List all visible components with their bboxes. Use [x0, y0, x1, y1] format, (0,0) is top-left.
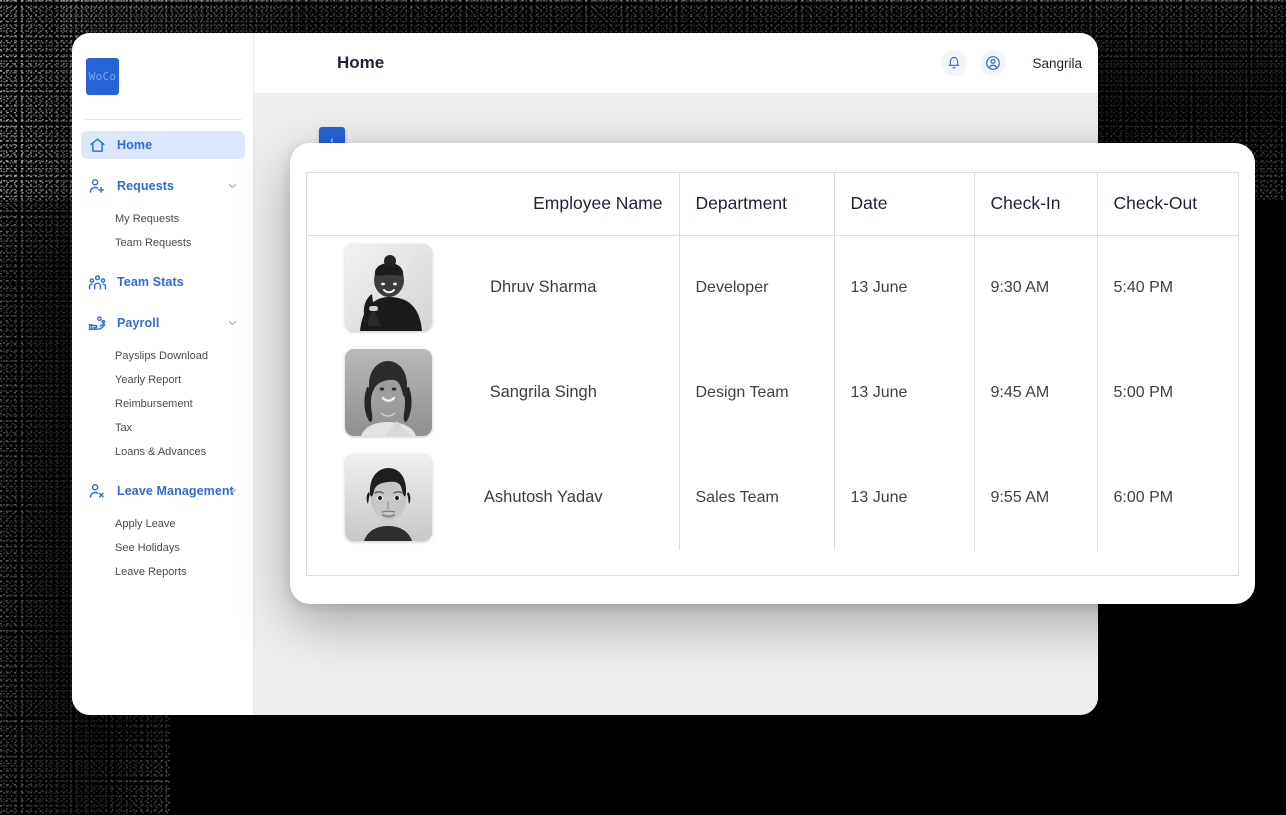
sidebar-subitem-tax[interactable]: Tax [72, 416, 254, 440]
cell-date: 13 June [834, 445, 975, 550]
team-icon [87, 272, 107, 292]
cell-check-in: 9:45 AM [974, 340, 1098, 445]
sidebar-subitem-yearly-report[interactable]: Yearly Report [72, 368, 254, 392]
sidebar-subitem-apply-leave[interactable]: Apply Leave [72, 512, 254, 536]
cell-check-out: 6:00 PM [1113, 488, 1174, 506]
cell-check-out: 5:40 PM [1113, 278, 1174, 296]
column-header-check-out[interactable]: Check-Out [1097, 173, 1238, 236]
app-logo[interactable]: WoCo [86, 58, 119, 95]
sidebar-subitem-label: Yearly Report [115, 374, 182, 386]
username-label[interactable]: Sangrila [1032, 56, 1082, 71]
sidebar-subitem-label: Tax [115, 422, 133, 434]
user-circle-icon[interactable] [980, 50, 1007, 76]
table-row[interactable]: Ashutosh Yadav Sales Team 13 June 9:55 A… [307, 445, 1238, 550]
sidebar-item-payroll[interactable]: Payroll [81, 309, 245, 337]
top-bar: Home Sangrila [254, 33, 1098, 94]
cell-employee-name: Dhruv Sharma [307, 235, 680, 340]
sidebar-item-team-stats[interactable]: Team Stats [81, 268, 245, 296]
app-logo-text: WoCo [88, 70, 117, 83]
cell-check-out: 5:00 PM [1113, 383, 1174, 401]
sidebar-item-label: Payroll [117, 316, 160, 330]
sidebar-item-label: Home [117, 138, 153, 152]
sidebar: WoCo Home Requests My Requests Team Requ… [72, 33, 254, 715]
sidebar-subitem-label: Reimbursement [115, 398, 193, 410]
chevron-down-icon[interactable] [228, 487, 237, 496]
sidebar-item-requests[interactable]: Requests [81, 172, 245, 200]
sidebar-subitem-label: Loans & Advances [115, 446, 207, 458]
table-header-row: Employee Name Department Date Check-In C… [307, 173, 1238, 236]
avatar [345, 349, 432, 436]
sidebar-item-label: Leave Management [117, 484, 234, 498]
home-icon [87, 135, 107, 155]
sidebar-subitem-label: Team Requests [115, 237, 192, 249]
sidebar-subitem-label: Payslips Download [115, 350, 208, 362]
sidebar-subitem-see-holidays[interactable]: See Holidays [72, 536, 254, 560]
sidebar-item-label: Requests [117, 179, 175, 193]
user-plus-icon [87, 176, 107, 196]
sidebar-subitem-loans-advances[interactable]: Loans & Advances [72, 440, 254, 464]
employee-name-text: Sangrila Singh [489, 383, 597, 401]
attendance-card: Employee Name Department Date Check-In C… [290, 143, 1255, 604]
cell-department: Developer [679, 235, 835, 340]
attendance-table-wrapper: Employee Name Department Date Check-In C… [306, 172, 1239, 576]
chevron-down-icon[interactable] [228, 319, 237, 328]
payroll-hand-icon [87, 313, 107, 333]
sidebar-subitem-reimbursement[interactable]: Reimbursement [72, 392, 254, 416]
sidebar-item-home[interactable]: Home [81, 131, 245, 159]
avatar [345, 244, 432, 332]
table-row[interactable]: Sangrila Singh Design Team 13 June 9:45 … [307, 340, 1238, 445]
attendance-table: Employee Name Department Date Check-In C… [307, 173, 1238, 550]
chevron-down-icon[interactable] [228, 182, 237, 191]
column-header-date[interactable]: Date [834, 173, 975, 236]
sidebar-subitem-label: See Holidays [115, 542, 180, 554]
user-minus-icon [87, 481, 107, 501]
bell-icon[interactable] [941, 50, 968, 76]
employee-name-text: Ashutosh Yadav [483, 488, 603, 506]
sidebar-subitem-team-requests[interactable]: Team Requests [72, 231, 254, 255]
cell-date: 13 June [834, 235, 975, 340]
column-header-check-in[interactable]: Check-In [974, 173, 1098, 236]
cell-department: Sales Team [679, 445, 835, 550]
avatar [345, 454, 432, 541]
cell-department: Design Team [679, 340, 835, 445]
cell-date: 13 June [834, 340, 975, 445]
employee-name-text: Dhruv Sharma [490, 278, 597, 297]
cell-check-in: 9:55 AM [974, 445, 1098, 550]
sidebar-item-label: Team Stats [117, 275, 184, 289]
table-body: Dhruv Sharma Developer 13 June 9:30 AM 5… [307, 235, 1238, 550]
sidebar-nav: Home Requests My Requests Team Requests … [72, 131, 254, 584]
sidebar-subitem-payslips-download[interactable]: Payslips Download [72, 344, 254, 368]
sidebar-divider [84, 119, 242, 120]
sidebar-subitem-label: Apply Leave [115, 518, 176, 530]
cell-employee-name: Sangrila Singh [307, 340, 680, 445]
table-header: Employee Name Department Date Check-In C… [307, 173, 1238, 236]
sidebar-subitem-label: Leave Reports [115, 566, 187, 578]
cell-check-in: 9:30 AM [974, 235, 1098, 340]
column-header-department[interactable]: Department [679, 173, 835, 236]
table-row[interactable]: Dhruv Sharma Developer 13 June 9:30 AM 5… [307, 235, 1238, 340]
sidebar-subitem-my-requests[interactable]: My Requests [72, 207, 254, 231]
cell-employee-name: Ashutosh Yadav [307, 445, 680, 550]
page-title: Home [337, 53, 385, 72]
column-header-employee-name[interactable]: Employee Name [307, 173, 680, 236]
topbar-actions: Sangrila [941, 50, 1082, 76]
sidebar-subitem-leave-reports[interactable]: Leave Reports [72, 560, 254, 584]
sidebar-item-leave-management[interactable]: Leave Management [81, 477, 245, 505]
sidebar-subitem-label: My Requests [115, 213, 180, 225]
